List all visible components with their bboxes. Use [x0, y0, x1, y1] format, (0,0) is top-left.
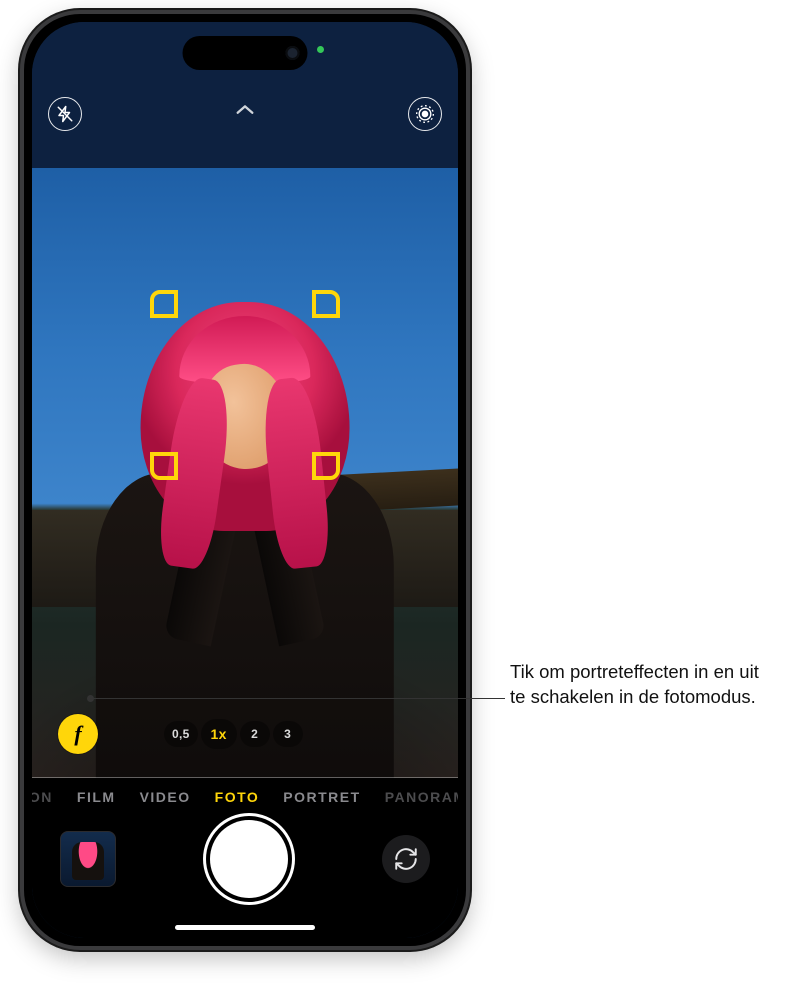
viewfinder-subject [96, 302, 394, 778]
camera-app-screen: f 0,51x23 ION FILM VIDEO FOTO PORTRET PANORAM [32, 22, 458, 938]
iphone-frame: f 0,51x23 ION FILM VIDEO FOTO PORTRET PANORAM [20, 10, 470, 950]
shutter-button[interactable] [210, 820, 288, 898]
chevron-up-icon [234, 103, 256, 117]
camera-controls-row [32, 810, 458, 938]
depth-control-button[interactable]: f [58, 714, 98, 754]
mode-video[interactable]: VIDEO [140, 789, 191, 805]
home-indicator[interactable] [175, 925, 315, 930]
zoom-2[interactable]: 2 [240, 721, 270, 747]
flash-icon [56, 105, 74, 123]
last-photo-thumbnail[interactable] [60, 831, 116, 887]
mode-ion[interactable]: ION [32, 789, 53, 805]
flash-toggle[interactable] [48, 97, 82, 131]
dynamic-island [183, 36, 308, 70]
zoom-0p5[interactable]: 0,5 [164, 721, 198, 747]
mode-foto[interactable]: FOTO [215, 789, 260, 805]
callout-leader-line [90, 698, 505, 699]
mode-film[interactable]: FILM [77, 789, 116, 805]
zoom-3[interactable]: 3 [273, 721, 303, 747]
mode-panoram[interactable]: PANORAM [385, 789, 458, 805]
mode-selector[interactable]: ION FILM VIDEO FOTO PORTRET PANORAM [32, 784, 458, 810]
zoom-1x[interactable]: 1x [201, 719, 237, 749]
camera-viewfinder[interactable]: f 0,51x23 [32, 168, 458, 778]
camera-in-use-indicator [317, 46, 324, 53]
callout-text: Tik om portreteffecten in en uit te scha… [510, 660, 770, 710]
live-photo-toggle[interactable] [408, 97, 442, 131]
camera-bottom-bar: ION FILM VIDEO FOTO PORTRET PANORAM [32, 778, 458, 938]
camera-settings-chevron[interactable] [230, 100, 260, 120]
zoom-controls: 0,51x23 [164, 719, 303, 749]
switch-camera-icon [393, 846, 419, 872]
mode-portret[interactable]: PORTRET [283, 789, 360, 805]
switch-camera-button[interactable] [382, 835, 430, 883]
front-camera-lens [286, 46, 300, 60]
viewfinder-overlay-row: f 0,51x23 [32, 714, 458, 754]
live-photo-icon [415, 104, 435, 124]
